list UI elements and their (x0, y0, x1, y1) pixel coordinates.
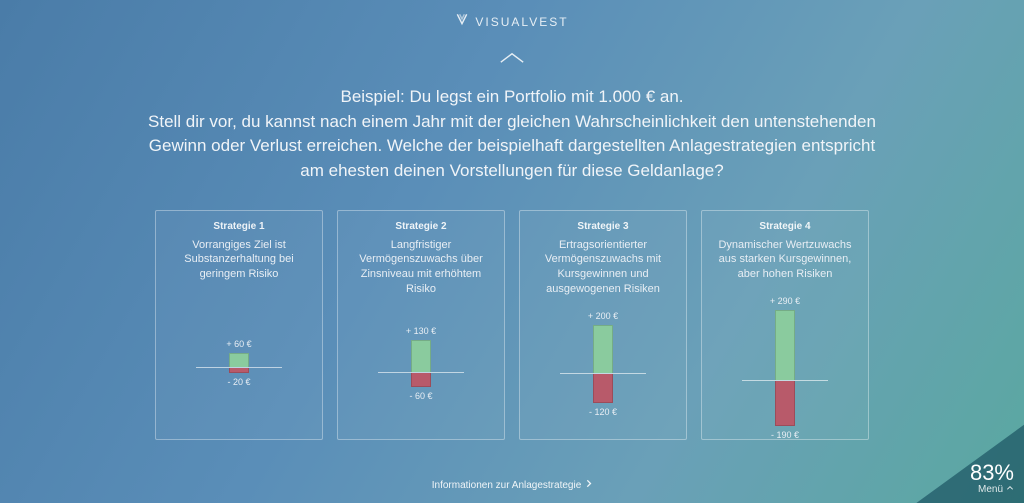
progress-percent: 83% (970, 462, 1014, 484)
brand-name: VISUALVEST (475, 15, 568, 29)
loss-label: - 190 € (771, 430, 799, 440)
loss-label: - 60 € (409, 391, 432, 401)
strategy-chart: + 290 € - 190 € (710, 296, 860, 441)
brand-header: VISUALVEST (0, 0, 1024, 31)
strategy-description: Langfristiger Vermögenszuwachs über Zins… (346, 238, 496, 297)
strategy-description: Ertragsorientierter Vermögenszuwachs mit… (528, 238, 678, 297)
gain-bar (411, 340, 431, 371)
strategy-card-3[interactable]: Strategie 3 Ertragsorientierter Vermögens… (519, 210, 687, 440)
strategy-card-4[interactable]: Strategie 4 Dynamischer Wertzuwachs aus s… (701, 210, 869, 440)
gain-bar (229, 353, 249, 367)
gain-label: + 60 € (226, 339, 251, 349)
gain-bar (775, 310, 795, 380)
strategy-card-2[interactable]: Strategie 2 Langfristiger Vermögenszuwach… (337, 210, 505, 440)
strategy-card-1[interactable]: Strategie 1 Vorrangiges Ziel ist Substanz… (155, 210, 323, 440)
strategy-title: Strategie 1 (213, 221, 264, 232)
chevron-up-small-icon (1006, 484, 1014, 495)
gain-label: + 290 € (770, 296, 800, 306)
loss-label: - 120 € (589, 407, 617, 417)
strategy-title: Strategie 2 (395, 221, 446, 232)
strategy-description: Dynamischer Wertzuwachs aus starken Kurs… (710, 238, 860, 296)
gain-bar (593, 325, 613, 373)
gain-label: + 130 € (406, 326, 436, 336)
info-link-label: Informationen zur Anlagestrategie (432, 480, 582, 491)
strategy-card-row: Strategie 1 Vorrangiges Ziel ist Substanz… (0, 210, 1024, 440)
progress-menu-label: Menü (978, 484, 1003, 495)
strategy-title: Strategie 4 (759, 221, 810, 232)
strategy-chart: + 130 € - 60 € (346, 297, 496, 431)
loss-label: - 20 € (227, 377, 250, 387)
chevron-right-icon (585, 479, 592, 491)
loss-bar (775, 381, 795, 427)
strategy-title: Strategie 3 (577, 221, 628, 232)
progress-menu-button[interactable]: 83% Menü (914, 423, 1024, 503)
question-text: Beispiel: Du legst ein Portfolio mit 1.0… (142, 85, 882, 184)
info-link[interactable]: Informationen zur Anlagestrategie (432, 479, 593, 491)
gain-label: + 200 € (588, 311, 618, 321)
brand-logo-icon (455, 12, 469, 31)
loss-bar (411, 373, 431, 387)
previous-step-button[interactable] (0, 49, 1024, 67)
strategy-description: Vorrangiges Ziel ist Substanzerhaltung b… (164, 238, 314, 296)
strategy-chart: + 60 € - 20 € (164, 296, 314, 431)
strategy-chart: + 200 € - 120 € (528, 297, 678, 431)
progress-text: 83% Menü (970, 462, 1014, 495)
loss-bar (229, 368, 249, 373)
loss-bar (593, 374, 613, 403)
